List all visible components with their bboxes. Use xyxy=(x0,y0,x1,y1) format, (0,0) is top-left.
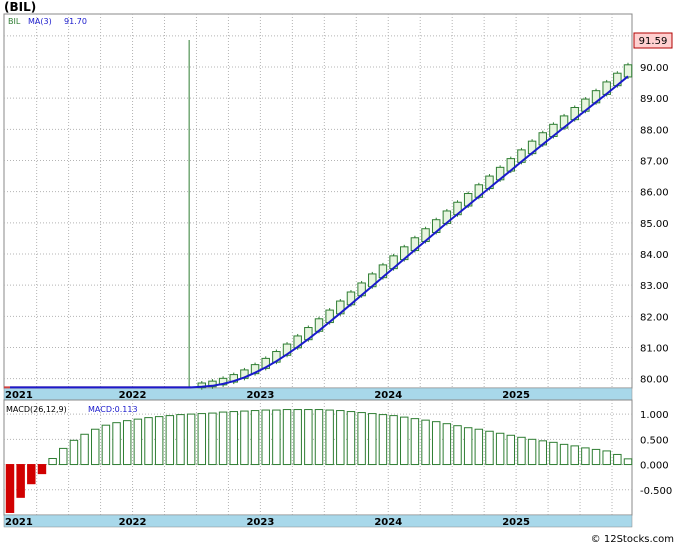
macd-x-axis-band xyxy=(3,514,633,528)
macd-bar xyxy=(495,432,505,466)
macd-bar xyxy=(549,441,558,466)
last-price-badge-label: 91.59 xyxy=(639,36,668,47)
macd-bar xyxy=(112,422,121,466)
price-y-tick-label: 88.00 xyxy=(640,125,669,136)
macd-bar xyxy=(463,427,473,466)
copyright-footer: © 12Stocks.com xyxy=(590,534,674,545)
macd-bar xyxy=(421,419,430,466)
macd-x-tick-label: 2025 xyxy=(502,517,530,528)
macd-legend-value: MACD:0.113 xyxy=(88,405,138,414)
macd-y-tick-label: 1.000 xyxy=(640,410,669,421)
macd-bar xyxy=(37,464,47,475)
price-y-tick-label: 82.00 xyxy=(640,312,669,323)
macd-bar xyxy=(101,424,111,466)
price-x-tick-label: 2025 xyxy=(502,390,530,401)
price-x-tick-label: 2023 xyxy=(246,390,274,401)
price-y-tick-label: 83.00 xyxy=(640,281,669,292)
macd-bar xyxy=(154,416,164,466)
macd-y-tick-label: 0.000 xyxy=(640,461,669,472)
macd-bar xyxy=(559,443,569,466)
price-x-tick-label: 2022 xyxy=(119,390,147,401)
price-y-tick-label: 80.00 xyxy=(640,375,669,386)
legend-ma-value: 91.70 xyxy=(64,17,87,26)
macd-bar xyxy=(389,415,398,466)
macd-bar xyxy=(506,434,516,466)
macd-bar xyxy=(165,415,175,466)
macd-bar xyxy=(304,409,313,466)
candle-body xyxy=(623,64,633,78)
macd-bar xyxy=(272,409,281,466)
macd-legend-label: MACD(26,12,9) xyxy=(6,405,67,414)
macd-bar xyxy=(538,440,547,466)
macd-bar xyxy=(91,428,100,466)
macd-bar xyxy=(229,411,238,466)
macd-bar xyxy=(261,409,270,466)
macd-bar xyxy=(293,409,302,466)
price-y-tick-label: 84.00 xyxy=(640,250,669,261)
macd-bar xyxy=(282,409,292,466)
macd-y-tick-label: 0.500 xyxy=(640,435,669,446)
macd-bar xyxy=(48,457,57,466)
macd-bar xyxy=(208,412,217,466)
macd-bar xyxy=(591,448,601,466)
macd-x-tick-label: 2022 xyxy=(119,517,147,528)
macd-bar xyxy=(336,410,345,466)
macd-bar xyxy=(346,411,356,466)
macd-x-tick-label: 2024 xyxy=(374,517,402,528)
legend-ticker: BIL xyxy=(8,17,21,26)
price-x-tick-label: 2021 xyxy=(5,390,33,401)
price-y-tick-label: 85.00 xyxy=(640,219,669,230)
macd-bar xyxy=(59,447,68,466)
macd-bar xyxy=(485,430,494,466)
macd-bar xyxy=(133,418,143,466)
price-x-axis-band xyxy=(3,387,633,401)
price-y-tick-label: 81.00 xyxy=(640,343,669,354)
price-y-tick-label: 89.00 xyxy=(640,94,669,105)
macd-x-tick-label: 2023 xyxy=(246,517,274,528)
macd-panel: 1.000 0.500 0.000 -0.500 2021 2022 2023 2024 202… xyxy=(3,399,672,528)
price-y-tick-label: 87.00 xyxy=(640,156,669,167)
macd-bar xyxy=(623,458,633,466)
price-legend: BIL MA(3) 91.70 xyxy=(8,17,87,26)
price-panel: 80.00 81.00 82.00 83.00 84.00 85.00 86.00 87.00… xyxy=(3,13,673,401)
price-y-tick-label: 86.00 xyxy=(640,188,669,199)
macd-bar xyxy=(27,464,36,485)
macd-bar xyxy=(517,436,526,466)
macd-bar xyxy=(240,410,249,466)
macd-bar xyxy=(218,411,228,466)
macd-bar xyxy=(176,414,185,466)
macd-bar xyxy=(368,413,377,466)
macd-bar xyxy=(431,421,441,466)
macd-bar xyxy=(581,447,590,466)
stock-chart: 80.00 81.00 82.00 83.00 84.00 85.00 86.00 87.00… xyxy=(3,13,673,528)
macd-x-tick-label: 2021 xyxy=(5,517,33,528)
macd-bar xyxy=(474,428,484,466)
macd-bar xyxy=(5,464,15,513)
macd-bar xyxy=(527,438,537,466)
macd-bar xyxy=(400,416,409,466)
macd-bar xyxy=(325,409,334,466)
macd-bar xyxy=(613,453,622,466)
macd-bar xyxy=(570,445,579,466)
macd-bar xyxy=(442,423,452,466)
macd-bar xyxy=(69,439,79,466)
macd-bar xyxy=(250,410,260,466)
price-y-tick-label: 90.00 xyxy=(640,63,669,74)
macd-bar xyxy=(378,414,388,466)
macd-bar xyxy=(357,412,366,466)
macd-y-tick-label: -0.500 xyxy=(640,486,672,497)
macd-bar xyxy=(144,417,153,466)
price-x-tick-label: 2024 xyxy=(374,390,402,401)
macd-bar xyxy=(80,433,89,466)
macd-bar xyxy=(16,464,25,498)
macd-bar xyxy=(122,420,132,466)
legend-ma-label: MA(3) xyxy=(28,17,52,26)
macd-bar xyxy=(410,418,420,466)
macd-bar xyxy=(314,409,324,466)
macd-bar xyxy=(197,413,207,466)
macd-bar xyxy=(453,425,462,466)
macd-bar xyxy=(186,413,196,466)
macd-bar xyxy=(602,450,611,466)
